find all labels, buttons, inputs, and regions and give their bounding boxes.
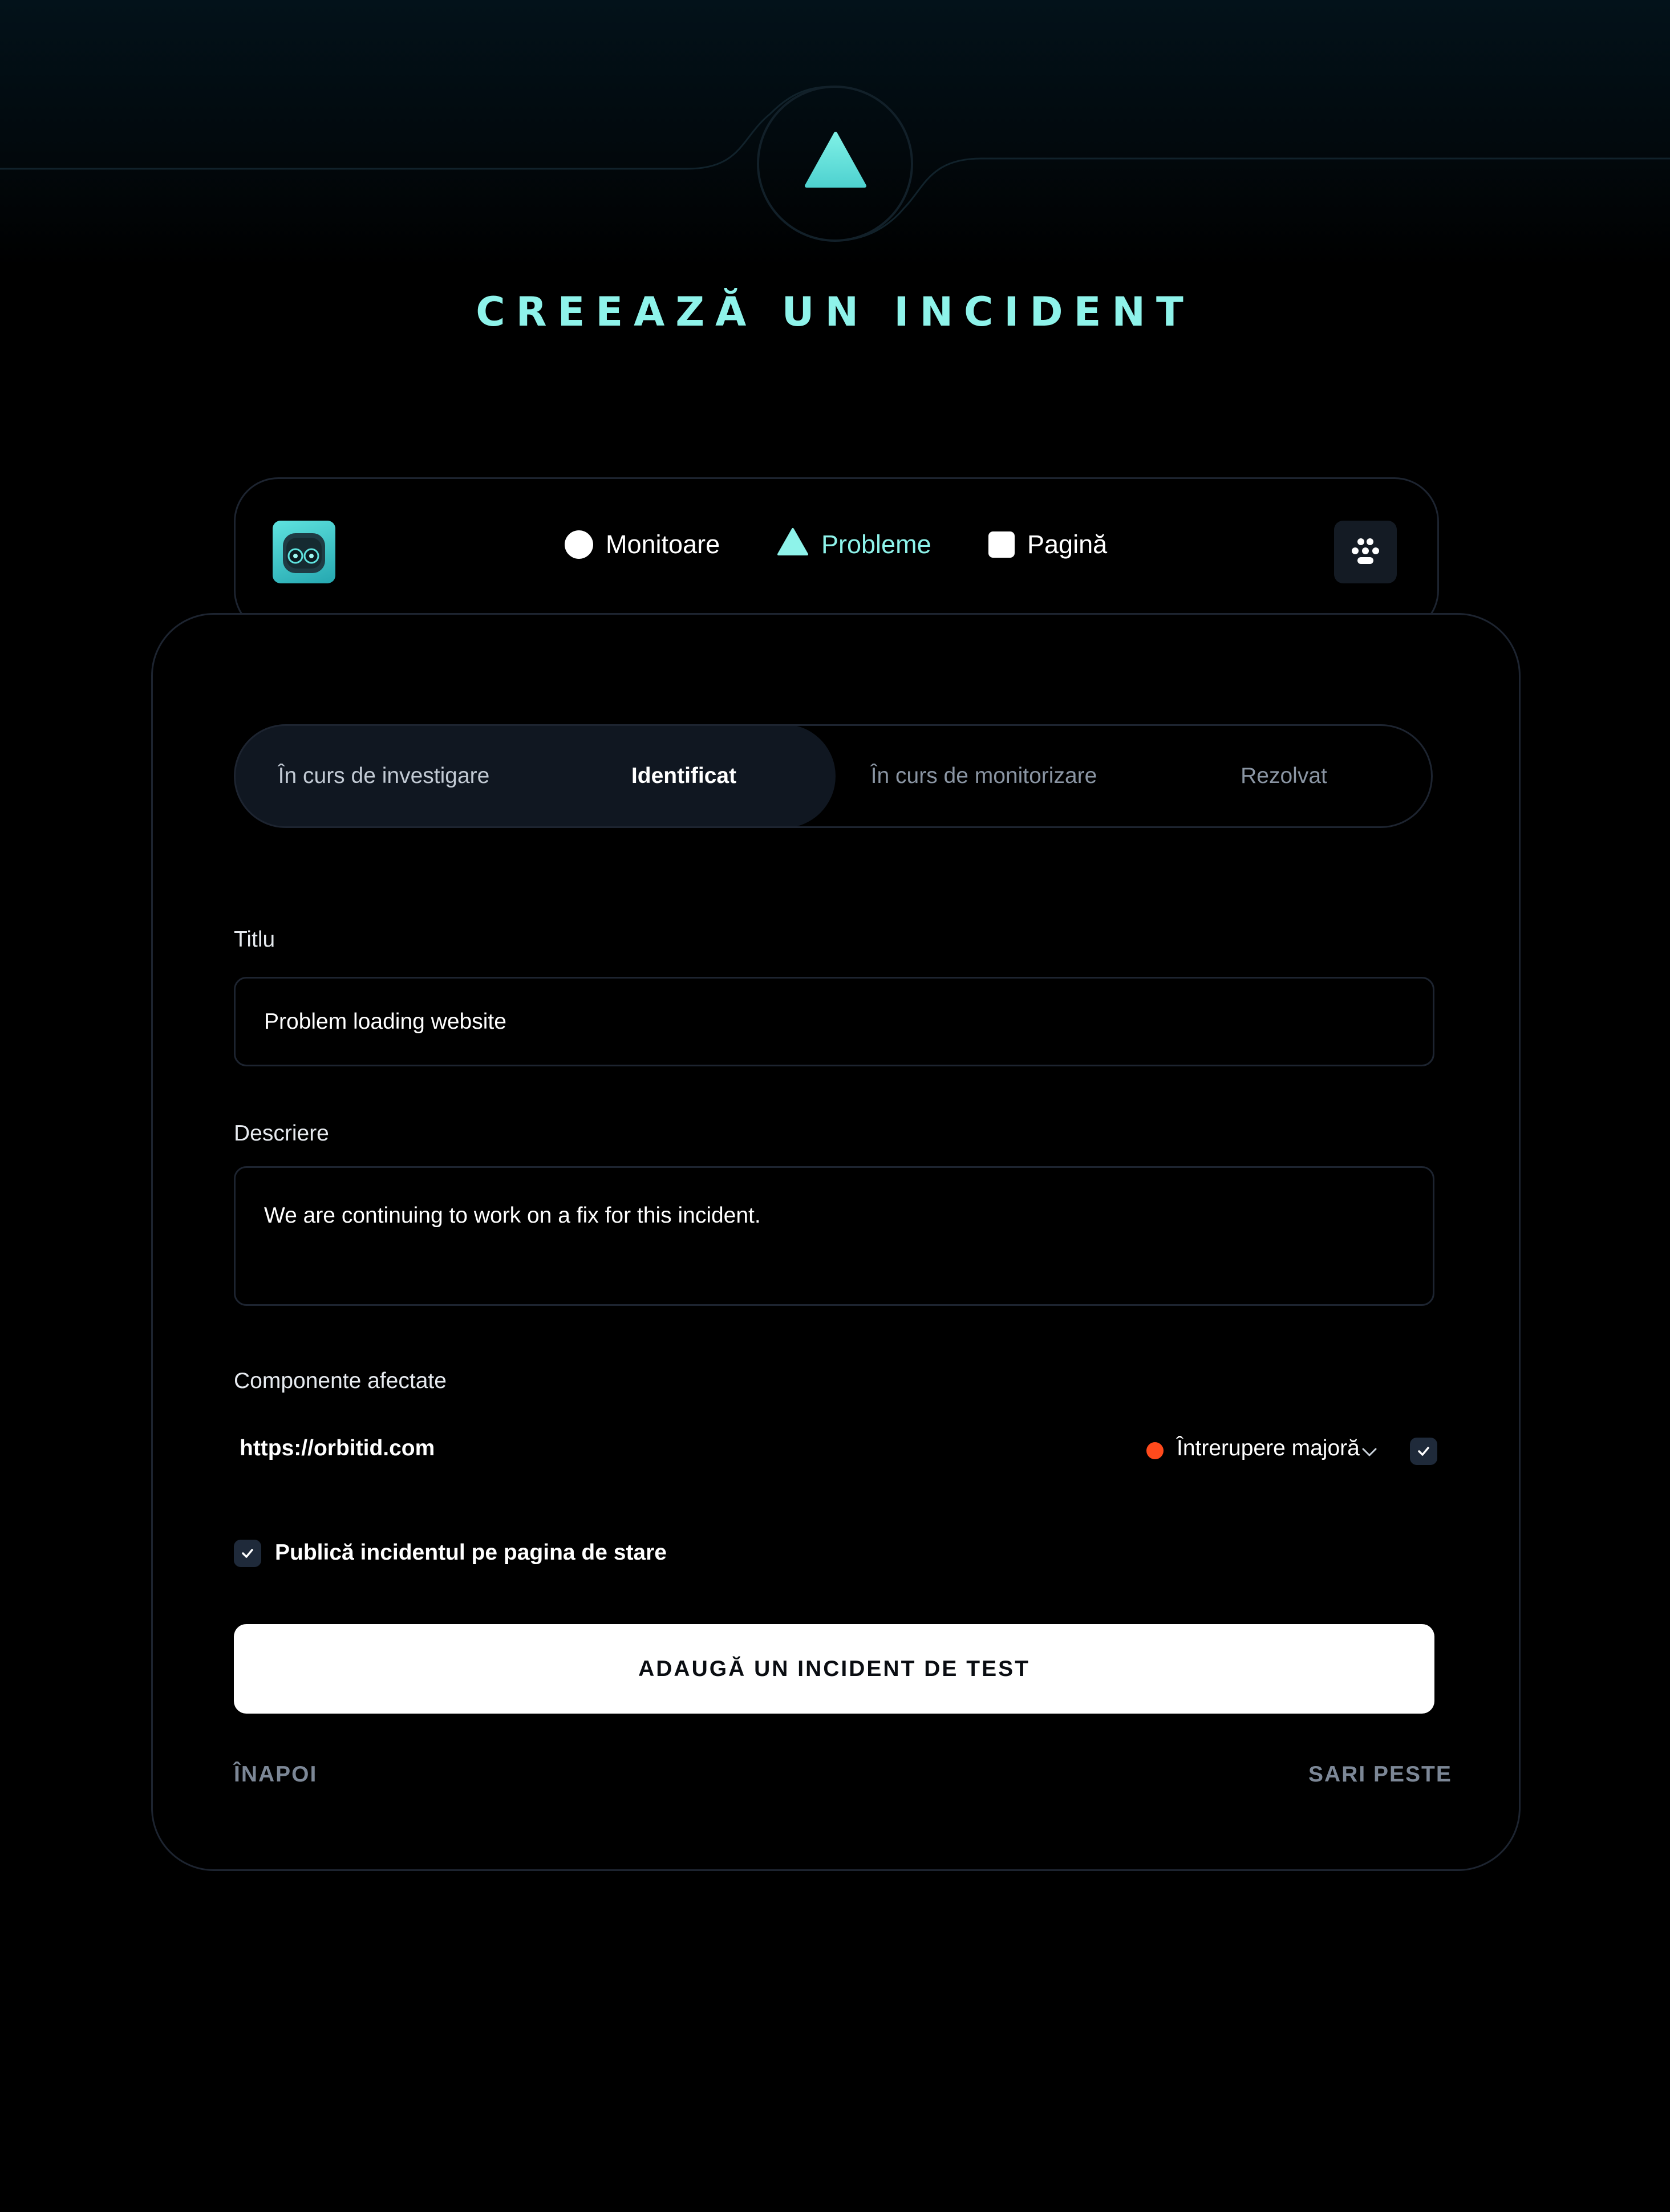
dots-grid-icon bbox=[1352, 538, 1379, 564]
logo-triangle-icon bbox=[805, 132, 866, 188]
chevron-down-icon[interactable] bbox=[1359, 1442, 1380, 1462]
components-label: Componente afectate bbox=[234, 1369, 447, 1393]
nav-item-label: Monitoare bbox=[606, 530, 720, 559]
triangle-icon bbox=[777, 527, 809, 562]
nav-item-label: Probleme bbox=[821, 530, 931, 559]
publish-checkbox[interactable] bbox=[234, 1540, 261, 1567]
nav-item-issues[interactable]: Probleme bbox=[777, 525, 931, 565]
check-icon bbox=[1418, 1447, 1429, 1456]
apps-menu-button[interactable] bbox=[1334, 521, 1397, 583]
check-icon bbox=[242, 1549, 253, 1558]
skip-link[interactable]: SARI PESTE bbox=[1308, 1762, 1452, 1787]
tab-identified[interactable]: Identificat bbox=[534, 724, 834, 828]
tab-investigating[interactable]: În curs de investigare bbox=[234, 724, 534, 828]
title-input[interactable]: Problem loading website bbox=[234, 977, 1434, 1066]
page-title: CREEAZĂ UN INCIDENT bbox=[476, 289, 1194, 335]
circle-icon bbox=[565, 530, 593, 559]
nav-item-label: Pagină bbox=[1027, 530, 1108, 559]
component-checkbox[interactable] bbox=[1410, 1438, 1437, 1465]
component-url: https://orbitid.com bbox=[240, 1436, 435, 1460]
description-textarea[interactable]: We are continuing to work on a fix for t… bbox=[234, 1166, 1434, 1306]
publish-label[interactable]: Publică incidentul pe pagina de stare bbox=[275, 1540, 667, 1565]
description-label: Descriere bbox=[234, 1121, 329, 1146]
nav-item-monitors[interactable]: Monitoare bbox=[565, 525, 720, 565]
status-dot-icon bbox=[1146, 1442, 1164, 1459]
back-link[interactable]: ÎNAPOI bbox=[234, 1762, 317, 1787]
tab-monitoring[interactable]: În curs de monitorizare bbox=[834, 724, 1134, 828]
component-status-select[interactable]: Întrerupere majoră bbox=[1177, 1436, 1360, 1461]
app-avatar[interactable] bbox=[273, 521, 335, 583]
tab-resolved[interactable]: Rezolvat bbox=[1134, 724, 1434, 828]
nav-item-page[interactable]: Pagină bbox=[988, 525, 1107, 565]
square-icon bbox=[988, 531, 1015, 558]
add-test-incident-button[interactable]: ADAUGĂ UN INCIDENT DE TEST bbox=[234, 1624, 1434, 1714]
title-label: Titlu bbox=[234, 927, 275, 952]
robot-avatar-icon bbox=[283, 533, 325, 573]
